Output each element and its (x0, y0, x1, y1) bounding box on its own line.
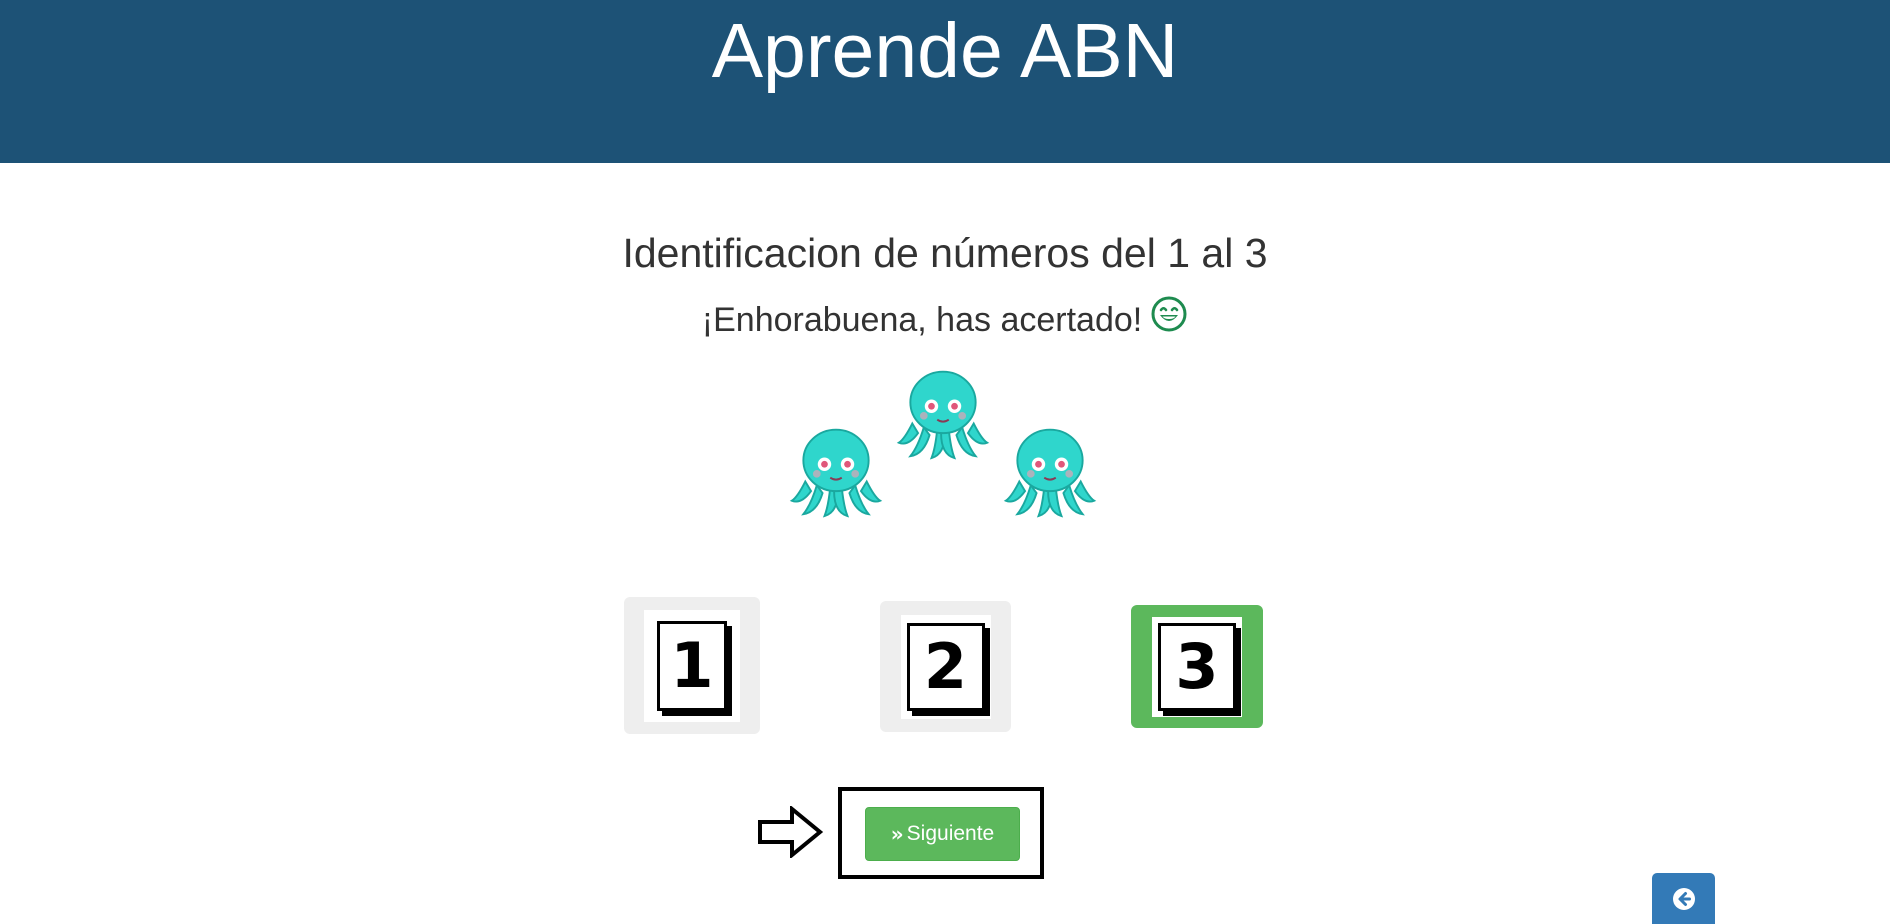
arrow-circle-left-icon (1672, 887, 1695, 910)
next-button[interactable]: » Siguiente (865, 807, 1020, 861)
back-button[interactable] (1652, 873, 1715, 924)
number-choice-2[interactable]: 2 (880, 601, 1011, 732)
grinning-face-icon (1150, 295, 1188, 344)
exercise-title: Identificacion de números del 1 al 3 (622, 230, 1268, 276)
app-title: Aprende ABN (711, 8, 1179, 94)
app-header: Aprende ABN (0, 0, 1890, 163)
number-choice-label: 3 (1175, 629, 1219, 703)
number-choice-3-selected[interactable]: 3 (1131, 605, 1263, 728)
arrow-right-icon (758, 806, 824, 858)
octopus-icon (895, 364, 991, 460)
double-chevron-right-icon: » (890, 822, 904, 846)
number-choice-1[interactable]: 1 (624, 597, 760, 734)
feedback-text: ¡Enhorabuena, has acertado! (701, 301, 1143, 339)
number-choice-label: 2 (923, 629, 968, 703)
number-choice-label: 1 (670, 628, 714, 702)
feedback-message: ¡Enhorabuena, has acertado! (0, 295, 1890, 344)
next-button-label: Siguiente (906, 822, 995, 845)
octopus-icon (788, 422, 884, 518)
octopus-icon (1002, 422, 1098, 518)
